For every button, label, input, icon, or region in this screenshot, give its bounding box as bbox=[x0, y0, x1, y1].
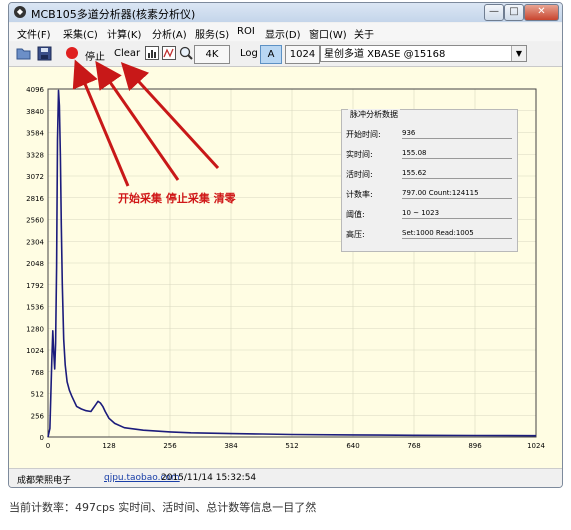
annotation-arrow-clear bbox=[120, 62, 220, 170]
caption-text: 当前计数率：497cps 实时间、活时间、总计数等信息一目了然 bbox=[9, 501, 317, 514]
annotation-text: 开始采集 停止采集 清零 bbox=[118, 192, 236, 205]
annotation-arrows bbox=[72, 59, 220, 187]
annotation-arrow-start bbox=[72, 59, 130, 187]
annotation-arrow-stop bbox=[95, 60, 180, 181]
